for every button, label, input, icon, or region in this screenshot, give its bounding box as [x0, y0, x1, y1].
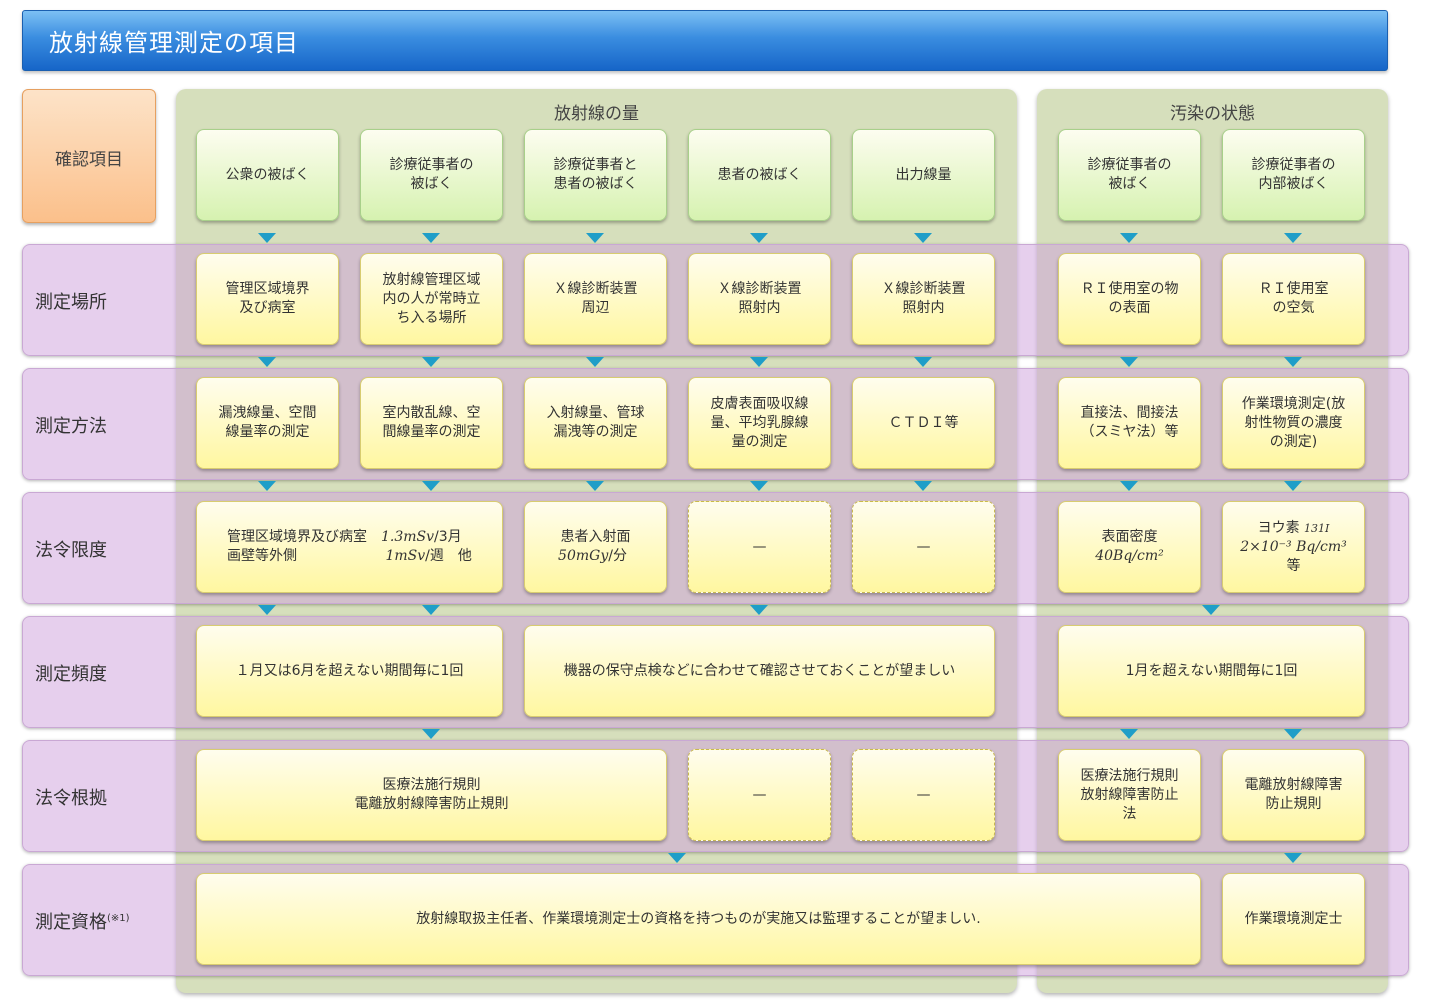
arrow-down-icon [422, 357, 440, 367]
arrow-down-icon [750, 233, 768, 243]
arrow-down-icon [1202, 605, 1220, 615]
arrow-down-icon [914, 233, 932, 243]
arrow-down-icon [586, 357, 604, 367]
group-title-contamination: 汚染の状態 [1170, 104, 1255, 124]
row-label-qualification: 測定資格(※1) [35, 912, 130, 933]
place-cell-3: Ｘ線診断装置 周辺 [524, 253, 667, 345]
row-label-method: 測定方法 [35, 416, 107, 437]
arrow-down-icon [750, 357, 768, 367]
method-cell-7: 作業環境測定(放 射性物質の濃度 の測定) [1222, 377, 1365, 469]
header-staff-patient-exposure: 診療従事者と 患者の被ばく [524, 129, 667, 221]
basis-cell-medical: 医療法施行規則 電離放射線障害防止規則 [196, 749, 667, 841]
arrow-down-icon [914, 357, 932, 367]
row-label-basis: 法令根拠 [35, 788, 107, 809]
arrow-down-icon [422, 481, 440, 491]
arrow-down-icon [258, 357, 276, 367]
place-cell-5: Ｘ線診断装置 照射内 [852, 253, 995, 345]
header-public-exposure: 公衆の被ばく [196, 129, 339, 221]
method-cell-6: 直接法、間接法 （スミヤ法）等 [1058, 377, 1201, 469]
method-cell-3: 入射線量、管球 漏洩等の測定 [524, 377, 667, 469]
arrow-down-icon [1284, 853, 1302, 863]
check-item-label: 確認項目 [55, 150, 123, 170]
method-cell-5: ＣＴＤＩ等 [852, 377, 995, 469]
arrow-down-icon [914, 481, 932, 491]
arrow-down-icon [750, 481, 768, 491]
header-staff-exposure: 診療従事者の 被ばく [360, 129, 503, 221]
header-patient-exposure: 患者の被ばく [688, 129, 831, 221]
basis-cell-output: — [852, 749, 995, 841]
basis-cell-patient: — [688, 749, 831, 841]
limit-cell-surface: 表面密度 40Bq/cm² [1058, 501, 1201, 593]
row-label-place: 測定場所 [35, 292, 107, 313]
basis-cell-ionizing: 電離放射線障害 防止規則 [1222, 749, 1365, 841]
arrow-down-icon [1284, 481, 1302, 491]
basis-cell-surface: 医療法施行規則 放射線障害防止 法 [1058, 749, 1201, 841]
row-label-frequency: 測定頻度 [35, 664, 107, 685]
qualification-footnote-mark: (※1) [107, 913, 130, 924]
arrow-down-icon [750, 605, 768, 615]
arrow-down-icon [422, 605, 440, 615]
arrow-down-icon [1120, 233, 1138, 243]
arrow-down-icon [422, 729, 440, 739]
arrow-down-icon [586, 233, 604, 243]
qualification-cell-main: 放射線取扱主任者、作業環境測定士の資格を持つものが実施又は監理することが望ましい… [196, 873, 1201, 965]
place-cell-7: ＲＩ使用室 の空気 [1222, 253, 1365, 345]
arrow-down-icon [258, 605, 276, 615]
limit-cell-patient-exposure: — [688, 501, 831, 593]
arrow-down-icon [422, 233, 440, 243]
header-output-dose: 出力線量 [852, 129, 995, 221]
arrow-down-icon [668, 853, 686, 863]
place-cell-1: 管理区域境界 及び病室 [196, 253, 339, 345]
frequency-cell-contamination: 1月を超えない期間毎に1回 [1058, 625, 1365, 717]
limit-cell-boundary: 管理区域境界及び病室 1.3mSv/3月 画壁等外側 1mSv/週 他 [196, 501, 503, 593]
method-cell-4: 皮膚表面吸収線 量、平均乳腺線 量の測定 [688, 377, 831, 469]
header-staff-internal-exposure: 診療従事者の 内部被ばく [1222, 129, 1365, 221]
limit-cell-patient: 患者入射面 50mGy/分 [524, 501, 667, 593]
frequency-cell-public-staff: １月又は6月を超えない期間毎に1回 [196, 625, 503, 717]
method-cell-2: 室内散乱線、空 間線量率の測定 [360, 377, 503, 469]
group-title-radiation: 放射線の量 [554, 104, 639, 124]
place-cell-4: Ｘ線診断装置 照射内 [688, 253, 831, 345]
qualification-cell-environment: 作業環境測定士 [1222, 873, 1365, 965]
row-label-limit: 法令限度 [35, 540, 107, 561]
arrow-down-icon [586, 481, 604, 491]
frequency-cell-equipment: 機器の保守点検などに合わせて確認させておくことが望ましい [524, 625, 995, 717]
limit-cell-iodine: ヨウ素 131I 2×10⁻³ Bq/cm³ 等 [1222, 501, 1365, 593]
check-item-box: 確認項目 [22, 89, 156, 223]
arrow-down-icon [258, 481, 276, 491]
arrow-down-icon [1120, 729, 1138, 739]
place-cell-2: 放射線管理区域 内の人が常時立 ち入る場所 [360, 253, 503, 345]
arrow-down-icon [1284, 729, 1302, 739]
place-cell-6: ＲＩ使用室の物 の表面 [1058, 253, 1201, 345]
arrow-down-icon [258, 233, 276, 243]
limit-cell-output: — [852, 501, 995, 593]
arrow-down-icon [1284, 233, 1302, 243]
method-cell-1: 漏洩線量、空間 線量率の測定 [196, 377, 339, 469]
page-title: 放射線管理測定の項目 [49, 29, 299, 57]
arrow-down-icon [1120, 357, 1138, 367]
arrow-down-icon [1120, 481, 1138, 491]
title-bar: 放射線管理測定の項目 [22, 10, 1388, 71]
arrow-down-icon [1284, 357, 1302, 367]
header-staff-exposure-contamination: 診療従事者の 被ばく [1058, 129, 1201, 221]
